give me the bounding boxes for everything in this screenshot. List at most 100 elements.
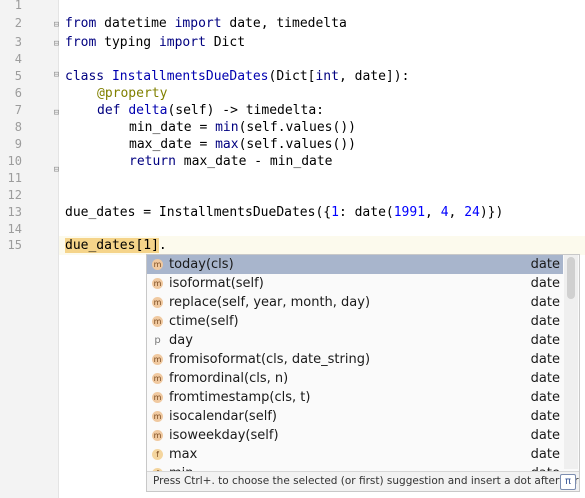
completion-item-type: date (530, 257, 560, 272)
fold-marker-icon[interactable]: ⊟ (52, 39, 61, 49)
completion-item-type: date (530, 295, 560, 310)
completion-item-type: date (530, 314, 560, 329)
method-icon: m (152, 278, 163, 289)
decorator: @property (97, 86, 168, 101)
completion-item-type: date (530, 390, 560, 405)
line-number: 15 (7, 238, 22, 252)
code-text: : date( (338, 205, 394, 220)
number-literal: 24 (464, 205, 480, 220)
scrollbar-thumb[interactable] (567, 257, 575, 299)
completion-hint-text: Press Ctrl+. to choose the selected (or … (153, 475, 580, 487)
completion-item[interactable]: m today(cls) date (147, 255, 563, 274)
code-text: )}) (479, 205, 504, 220)
completion-item-label: isocalendar(self) (169, 409, 277, 424)
completion-hint-bar: Press Ctrl+. to choose the selected (or … (147, 471, 580, 491)
code-line-3: from typing import Dict (65, 33, 245, 52)
completion-item-type: date (530, 276, 560, 291)
completion-item-label: fromtimestamp(cls, t) (169, 390, 311, 405)
number-literal: 1991 (393, 205, 426, 220)
code-text: min_date = (129, 120, 216, 135)
method-icon: m (152, 297, 163, 308)
completion-scrollbar[interactable] (564, 255, 578, 469)
keyword: import (174, 16, 222, 31)
code-text: date, timedelta (221, 16, 347, 31)
completion-item[interactable]: m isocalendar(self) date (147, 407, 563, 426)
line-number: 1 (14, 0, 22, 12)
method-icon: m (152, 259, 163, 270)
method-icon: m (152, 354, 163, 365)
method-icon: m (152, 373, 163, 384)
keyword: import (158, 35, 206, 50)
completion-item[interactable]: m fromtimestamp(cls, t) date (147, 388, 563, 407)
code-text: (Dict[ (268, 69, 316, 84)
completion-item-label: replace(self, year, month, day) (169, 295, 371, 310)
completion-item[interactable]: m isoweekday(self) date (147, 426, 563, 445)
completion-item[interactable]: m fromisoformat(cls, date_string) date (147, 350, 563, 369)
highlighted-expression: due_dates[1] (65, 238, 159, 253)
completion-item-label: fromordinal(cls, n) (169, 371, 289, 386)
line-number: 2 (14, 16, 22, 30)
keyword: from (65, 35, 97, 50)
code-text: . (158, 238, 167, 253)
completion-item[interactable]: f max date (147, 445, 563, 464)
code-text: (self.values()) (238, 137, 356, 152)
completion-item-type: date (530, 333, 560, 348)
method-icon: m (152, 392, 163, 403)
function-name: delta (128, 103, 168, 118)
pi-icon[interactable]: π (560, 474, 576, 490)
completion-item-type: date (530, 447, 560, 462)
completion-popup[interactable]: m today(cls) date m isoformat(self) date m repl… (146, 254, 580, 492)
code-text: Dict (205, 35, 246, 50)
completion-item-type: date (530, 409, 560, 424)
completion-item[interactable]: m replace(self, year, month, day) date (147, 293, 563, 312)
number-literal: 4 (440, 205, 449, 220)
completion-item-label: max (169, 447, 198, 462)
method-icon: m (152, 430, 163, 441)
code-line-2: from datetime import date, timedelta (65, 14, 347, 33)
function-icon: f (152, 449, 163, 460)
number-literal: 1 (331, 205, 339, 220)
property-icon: p (154, 335, 161, 346)
keyword: class (65, 69, 105, 84)
code-text: , (425, 205, 441, 220)
fold-marker-icon[interactable]: ⊟ (52, 20, 61, 30)
class-name: InstallmentsDueDates (111, 69, 269, 84)
code-line-15: due_dates[1]. (65, 236, 167, 255)
completion-item-label: fromisoformat(cls, date_string) (169, 352, 371, 367)
fold-marker-icon[interactable]: ⊟ (52, 70, 61, 80)
completion-item-label: day (169, 333, 193, 348)
completion-item-type: date (530, 428, 560, 443)
fold-marker-icon[interactable]: ⊟ (52, 108, 61, 118)
code-text: , (448, 205, 465, 220)
code-text: typing (96, 35, 159, 50)
completion-item-label: isoweekday(self) (169, 428, 279, 443)
builtin: int (315, 69, 339, 84)
code-text: , date]): (338, 69, 410, 84)
fold-marker-icon[interactable]: ⊟ (52, 165, 61, 175)
completion-item[interactable]: m fromordinal(cls, n) date (147, 369, 563, 388)
code-line-13: due_dates = InstallmentsDueDates({1: dat… (65, 203, 503, 222)
completion-item-label: today(cls) (169, 257, 234, 272)
builtin: min (215, 120, 239, 135)
code-text: max_date = (129, 137, 216, 152)
completion-item-type: date (530, 352, 560, 367)
method-icon: m (152, 411, 163, 422)
code-text: due_dates = InstallmentsDueDates({ (65, 205, 332, 220)
builtin: max (215, 137, 239, 152)
code-text: (self.values()) (238, 120, 356, 135)
completion-item[interactable]: m ctime(self) date (147, 312, 563, 331)
code-line-10: return max_date - min_date (129, 152, 333, 171)
completion-item[interactable]: p day date (147, 331, 563, 350)
completion-item[interactable]: m isoformat(self) date (147, 274, 563, 293)
completion-item-label: isoformat(self) (169, 276, 264, 291)
keyword: return (129, 154, 176, 169)
code-text: (self) -> timedelta: (167, 103, 324, 118)
keyword: def (97, 103, 121, 118)
code-text: max_date - min_date (175, 154, 333, 169)
keyword: from (65, 16, 97, 31)
completion-item-type: date (530, 371, 560, 386)
method-icon: m (152, 316, 163, 327)
code-text: datetime (96, 16, 175, 31)
completion-item-label: ctime(self) (169, 314, 239, 329)
